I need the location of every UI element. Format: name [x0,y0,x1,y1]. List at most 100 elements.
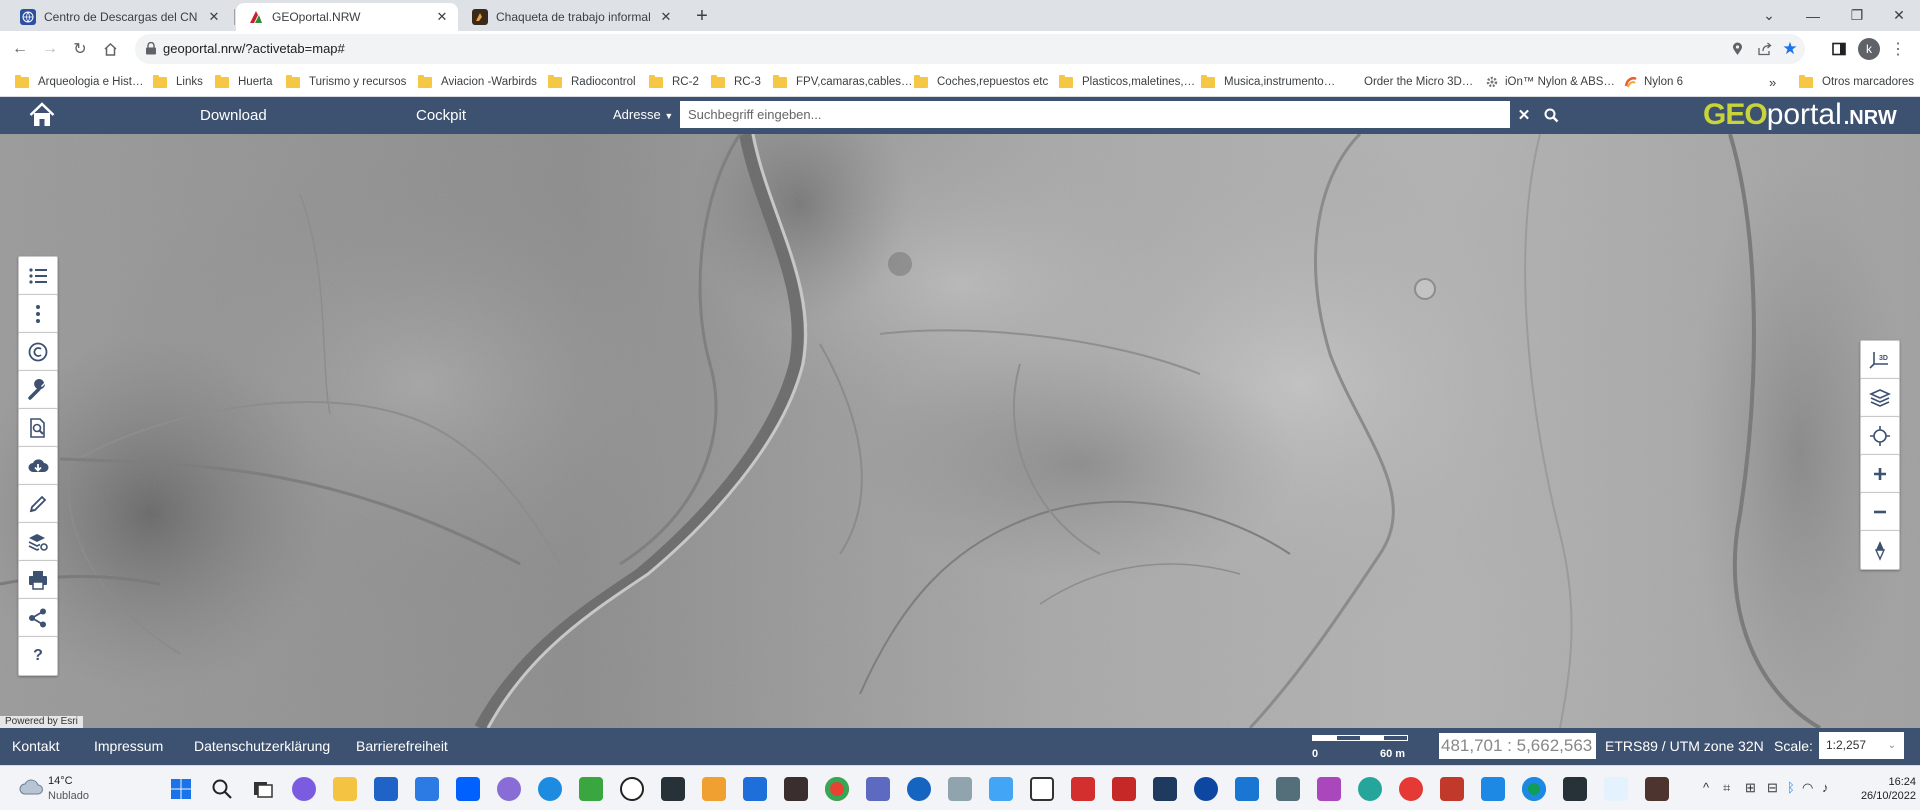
vscode-icon[interactable] [1604,777,1628,801]
b-app-icon[interactable] [620,777,644,801]
help-button[interactable]: ? [18,636,58,676]
back-icon[interactable]: ← [8,37,32,61]
draw-button[interactable] [18,484,58,524]
microsoft-store-icon[interactable] [374,777,398,801]
feather-app-icon[interactable] [948,777,972,801]
photos-icon[interactable] [1235,777,1259,801]
music-app-icon[interactable] [866,777,890,801]
dark-hex-app-icon[interactable] [1563,777,1587,801]
tab-chaqueta[interactable]: Chaqueta de trabajo informal cál… ✕ [460,3,682,31]
red-circle-app-icon[interactable] [1399,777,1423,801]
minimize-icon[interactable]: — [1790,0,1836,31]
file-explorer-icon[interactable] [333,777,357,801]
tools-button[interactable] [18,370,58,410]
search-mode-dropdown[interactable]: Adresse ▼ [613,107,673,122]
purple-app-icon[interactable] [1317,777,1341,801]
close-window-icon[interactable]: ✕ [1876,0,1920,31]
help-app-icon[interactable] [538,777,562,801]
cockpit-link[interactable]: Cockpit [416,107,466,124]
cloud-weather-icon[interactable] [18,776,44,798]
map-canvas[interactable]: ? 3D Powered by Esri [0,134,1920,728]
close-tab-icon[interactable]: ✕ [658,9,674,25]
wifi-icon[interactable]: ◠ [1802,780,1813,796]
search-icon[interactable] [1543,107,1559,123]
bookmark-folder[interactable]: Arqueologia e Hist… [15,73,143,91]
profile-avatar[interactable]: k [1858,38,1880,60]
triangle-app-icon[interactable] [1030,777,1054,801]
notepad-icon[interactable] [989,777,1013,801]
feature-info-button[interactable] [18,408,58,448]
bookmark-folder[interactable]: Coches,repuestos etc [914,73,1048,91]
t-app-icon[interactable] [1153,777,1177,801]
other-bookmarks-folder[interactable]: Otros marcadores [1799,73,1914,91]
share-button[interactable] [18,598,58,638]
green-app-icon[interactable] [579,777,603,801]
brown-app-icon[interactable] [1645,777,1669,801]
bookmark-folder[interactable]: Huerta [215,73,273,91]
ru-app-icon[interactable] [1440,777,1464,801]
home-icon[interactable] [29,102,55,128]
wifi-app-icon[interactable] [1276,777,1300,801]
barrierefreiheit-link[interactable]: Barrierefreiheit [356,738,448,754]
edge-icon[interactable] [1522,777,1546,801]
bookmark-folder[interactable]: Turismo y recursos [286,73,406,91]
geoportal-logo[interactable]: GEO portal .NRW [1703,98,1897,132]
teams-chat-icon[interactable] [292,777,316,801]
3d-view-button[interactable]: 3D [1860,340,1900,380]
zoom-in-button[interactable] [1860,454,1900,494]
bookmark-folder[interactable]: Musica,instrumento… [1201,73,1335,91]
locate-button[interactable] [1860,416,1900,456]
tab-geoportal[interactable]: GEOportal.NRW ✕ [236,3,458,31]
close-tab-icon[interactable]: ✕ [434,9,450,25]
bookmark-folder[interactable]: Aviacion -Warbirds [418,73,537,91]
bookmark-link[interactable]: Nylon 6 [1624,73,1683,91]
windows-start-icon[interactable] [169,777,193,801]
bookmark-folder[interactable]: FPV,camaras,cables… [773,73,913,91]
new-tab-button[interactable]: + [690,5,714,29]
red-app-icon[interactable] [1112,777,1136,801]
download-link[interactable]: Download [200,107,267,124]
close-tab-icon[interactable]: ✕ [206,9,222,25]
bookmark-link[interactable]: Order the Micro 3D… [1364,73,1473,91]
task-view-icon[interactable] [251,777,275,801]
datenschutz-link[interactable]: Datenschutzerklärung [194,738,330,754]
print-button[interactable] [18,560,58,600]
teal-app-icon[interactable] [1358,777,1382,801]
tray-app-icon[interactable]: ⌗ [1723,780,1730,796]
location-icon[interactable] [1728,40,1746,58]
mail-icon[interactable] [415,777,439,801]
bookmark-folder[interactable]: RC-2 [649,73,699,91]
layer-settings-button[interactable] [18,522,58,562]
tray-app-icon[interactable]: ⊟ [1767,780,1778,796]
impressum-link[interactable]: Impressum [94,738,163,754]
legend-list-button[interactable] [18,256,58,296]
bluetooth-icon[interactable]: ᛒ [1787,780,1795,795]
browser-menu-icon[interactable]: ⋮ [1890,39,1906,59]
scale-select[interactable]: 1:2,257 ⌄ [1819,732,1904,759]
acrobat-icon[interactable] [1071,777,1095,801]
address-bar[interactable]: geoportal.nrw/?activetab=map# ★ [135,34,1805,64]
eye-app-icon[interactable] [907,777,931,801]
bookmark-star-icon[interactable]: ★ [1781,39,1799,58]
more-options-button[interactable] [18,294,58,334]
tab-search-icon[interactable]: ⌄ [1746,0,1792,31]
media-player-icon[interactable] [702,777,726,801]
forward-icon[interactable]: → [38,37,62,61]
reload-icon[interactable]: ↻ [68,37,92,61]
tray-app-icon[interactable]: ⊞ [1745,780,1756,796]
compass-button[interactable] [1860,530,1900,570]
colorful-app-icon[interactable] [661,777,685,801]
tray-chevron-icon[interactable]: ^ [1703,780,1709,795]
copyright-button[interactable] [18,332,58,372]
video-app-icon[interactable] [784,777,808,801]
chrome-icon[interactable] [825,777,849,801]
zoom-out-button[interactable] [1860,492,1900,532]
app-circle-icon[interactable] [497,777,521,801]
search-input[interactable] [680,101,1510,128]
clear-search-icon[interactable]: ✕ [1516,107,1532,124]
dropbox-icon[interactable] [456,777,480,801]
bookmark-folder[interactable]: Links [153,73,203,91]
kontakt-link[interactable]: Kontakt [12,738,59,754]
settings-app-icon[interactable] [1194,777,1218,801]
bookmark-folder[interactable]: Plasticos,maletines,… [1059,73,1195,91]
